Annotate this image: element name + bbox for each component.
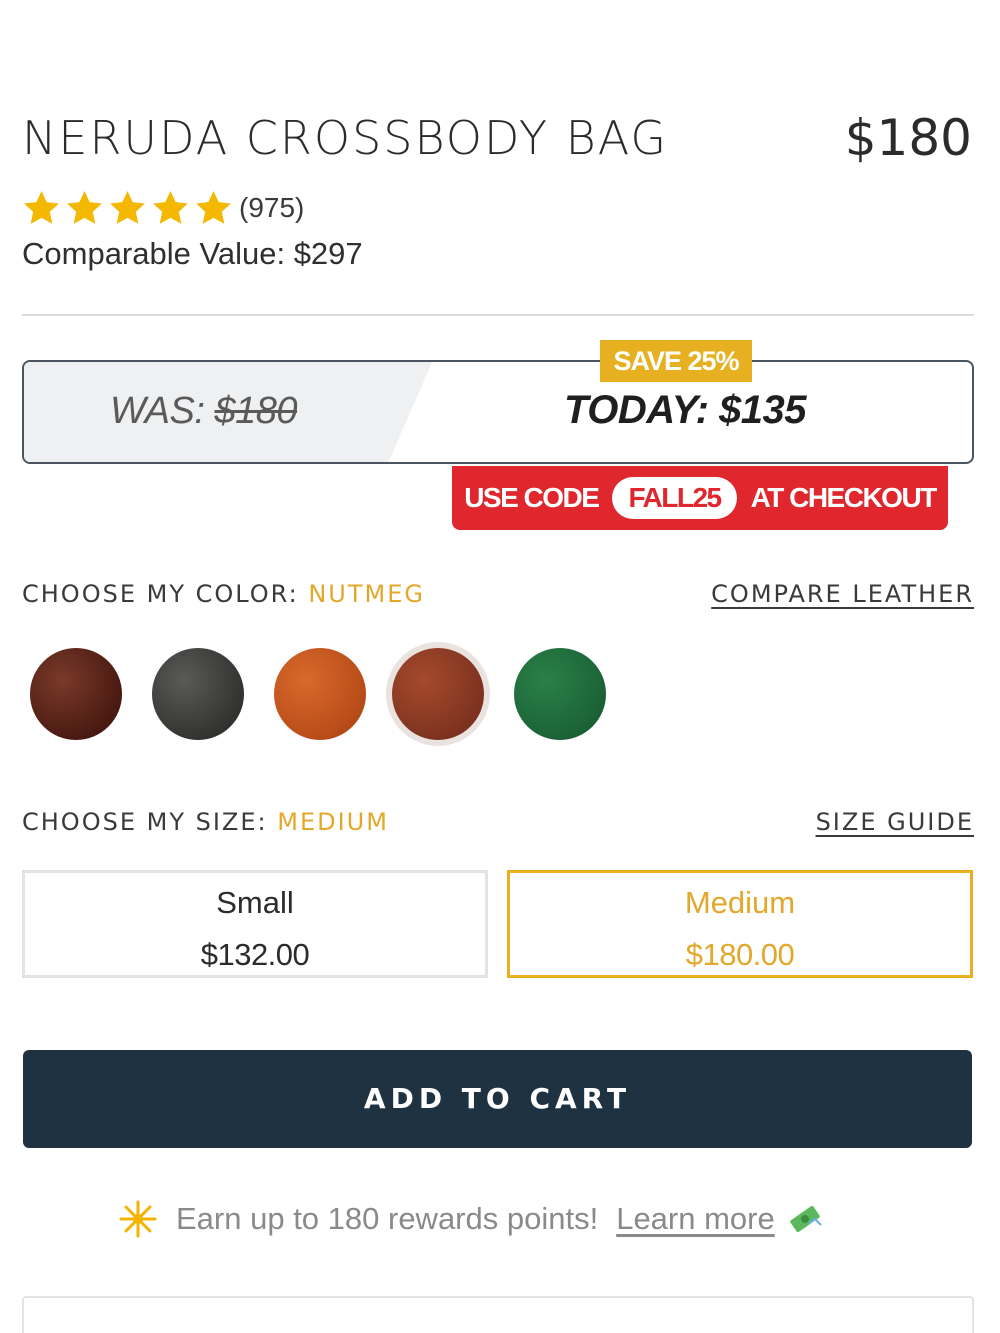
- star-icon: [67, 191, 102, 224]
- sparkle-icon: [119, 1200, 157, 1238]
- today-price: TODAY: $135: [564, 388, 807, 432]
- save-badge: SAVE 25%: [600, 340, 752, 382]
- star-icon: [24, 191, 59, 224]
- promo-code: FALL25: [612, 477, 737, 519]
- learn-more-link[interactable]: Learn more: [616, 1201, 823, 1237]
- swatch-nutmeg[interactable]: [392, 648, 484, 740]
- promo-code-banner: USE CODE FALL25 AT CHECKOUT: [452, 466, 948, 530]
- size-option-small[interactable]: Small $132.00: [22, 870, 488, 978]
- size-name: Medium: [684, 885, 796, 920]
- was-label: WAS:: [110, 390, 215, 432]
- product-price: $180: [844, 109, 972, 167]
- rewards-row: Earn up to 180 rewards points! Learn mor…: [118, 1196, 823, 1242]
- product-title: NERUDA CROSSBODY BAG: [22, 111, 669, 165]
- star-icon: [196, 191, 231, 224]
- star-icon: [110, 191, 145, 224]
- learn-more-label: Learn more: [616, 1201, 775, 1236]
- comparable-value: Comparable Value: $297: [22, 236, 363, 271]
- product-header: NERUDA CROSSBODY BAG $180: [22, 108, 972, 178]
- swatch-green[interactable]: [514, 648, 606, 740]
- rating[interactable]: (975): [20, 188, 304, 228]
- star-rating: [20, 188, 235, 228]
- size-option-medium[interactable]: Medium $180.00: [507, 870, 973, 978]
- compare-leather-link[interactable]: COMPARE LEATHER: [711, 580, 974, 608]
- color-swatches: [30, 648, 630, 744]
- divider: [22, 314, 974, 316]
- code-prefix: USE CODE: [464, 482, 600, 513]
- size-label-text: CHOOSE MY SIZE:: [22, 808, 278, 836]
- selected-size: MEDIUM: [277, 808, 389, 836]
- add-to-cart-button[interactable]: ADD TO CART: [23, 1050, 972, 1148]
- price-comparison-box: WAS: $180 TODAY: $135: [22, 360, 974, 464]
- next-section-box: [22, 1296, 974, 1333]
- swatch-cognac[interactable]: [274, 648, 366, 740]
- swatch-black[interactable]: [152, 648, 244, 740]
- color-label-text: CHOOSE MY COLOR:: [22, 580, 309, 608]
- review-count[interactable]: (975): [239, 192, 304, 224]
- size-label: CHOOSE MY SIZE: MEDIUM: [22, 808, 389, 836]
- color-label: CHOOSE MY COLOR: NUTMEG: [22, 580, 425, 608]
- money-icon: [790, 1206, 822, 1232]
- was-price: WAS: $180: [110, 390, 298, 433]
- size-price: $132.00: [200, 937, 310, 972]
- rewards-text: Earn up to 180 rewards points!: [176, 1201, 599, 1236]
- swatch-dark-brown[interactable]: [30, 648, 122, 740]
- star-icon: [153, 191, 188, 224]
- selected-color: NUTMEG: [308, 580, 425, 608]
- size-name: Small: [216, 885, 294, 920]
- size-guide-link[interactable]: SIZE GUIDE: [816, 808, 974, 836]
- size-price: $180.00: [685, 937, 795, 972]
- was-price-value: $180: [214, 390, 298, 432]
- code-suffix: AT CHECKOUT: [750, 482, 938, 513]
